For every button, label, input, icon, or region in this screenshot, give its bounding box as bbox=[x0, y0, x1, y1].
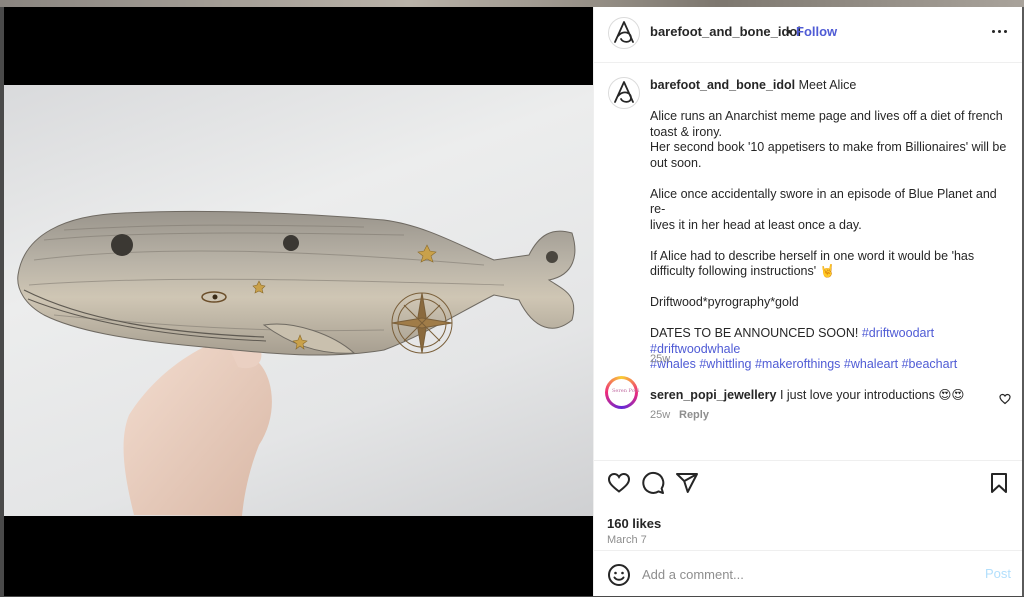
commenter-avatar-text: Seren Popi bbox=[612, 388, 640, 394]
comment-item: seren_popi_jewellery I just love your in… bbox=[650, 387, 970, 402]
hashtag-link[interactable]: #driftwoodart bbox=[862, 326, 934, 340]
likes-count[interactable]: 160 likes bbox=[607, 516, 661, 531]
comment-timestamp[interactable]: 25w bbox=[650, 409, 670, 421]
commenter-username[interactable]: seren_popi_jewellery bbox=[650, 388, 776, 402]
author-logo-icon bbox=[614, 21, 634, 43]
post-date[interactable]: March 7 bbox=[607, 534, 647, 546]
author-username[interactable]: barefoot_and_bone_idol bbox=[650, 24, 801, 39]
hashtag-link[interactable]: #beachart bbox=[902, 357, 958, 371]
caption-line: Her second book '10 appetisers to make f… bbox=[650, 140, 1007, 154]
hashtag-link[interactable]: #whaleart bbox=[844, 357, 898, 371]
post-photo bbox=[4, 85, 593, 516]
post-actions: 160 likes March 7 bbox=[594, 460, 1023, 551]
caption-line: toast & irony. bbox=[650, 124, 723, 139]
caption-username[interactable]: barefoot_and_bone_idol bbox=[650, 78, 795, 92]
caption-line: lives it in her head at least once a day… bbox=[650, 217, 862, 232]
heart-icon[interactable] bbox=[607, 471, 631, 495]
caption-line: Alice once accidentally swore in an epis… bbox=[650, 186, 997, 217]
comment-body: I just love your introductions 😍😍 bbox=[779, 388, 965, 402]
more-options-icon[interactable] bbox=[990, 19, 1010, 43]
comment-input[interactable] bbox=[642, 564, 962, 584]
bookmark-icon[interactable] bbox=[987, 471, 1011, 495]
comments-section[interactable]: barefoot_and_bone_idol Meet Alice Alice … bbox=[594, 63, 1023, 460]
post-media bbox=[4, 7, 593, 596]
post-side-panel: barefoot_and_bone_idol • Follow barefoot… bbox=[593, 7, 1023, 596]
separator-dot: • bbox=[787, 24, 792, 39]
hashtag-link[interactable]: #makerofthings bbox=[755, 357, 840, 371]
add-comment-bar: Post bbox=[594, 550, 1023, 597]
post-header: barefoot_and_bone_idol • Follow bbox=[594, 7, 1023, 63]
author-logo-icon bbox=[614, 81, 634, 103]
comment-icon[interactable] bbox=[641, 471, 665, 495]
caption-title: Meet Alice bbox=[798, 78, 857, 92]
post-caption: barefoot_and_bone_idol Meet Alice Alice … bbox=[650, 78, 1008, 373]
post-modal: barefoot_and_bone_idol • Follow barefoot… bbox=[4, 7, 1023, 596]
small-heart-icon[interactable] bbox=[999, 393, 1011, 405]
follow-button[interactable]: Follow bbox=[796, 24, 837, 39]
emoji-icon[interactable] bbox=[607, 563, 631, 587]
post-comment-button[interactable]: Post bbox=[985, 566, 1011, 581]
caption-line: If Alice had to describe herself in one … bbox=[650, 248, 975, 263]
caption-line: out soon. bbox=[650, 155, 702, 170]
caption-line: Alice runs an Anarchist meme page and li… bbox=[650, 109, 1003, 123]
hashtag-link[interactable]: #whittling bbox=[699, 357, 751, 371]
share-icon[interactable] bbox=[675, 471, 699, 495]
reply-button[interactable]: Reply bbox=[679, 409, 709, 421]
caption-timestamp[interactable]: 25w bbox=[650, 353, 670, 365]
page-backdrop bbox=[0, 0, 1024, 7]
caption-line: Driftwood*pyrography*gold bbox=[650, 295, 799, 309]
caption-author-avatar[interactable] bbox=[608, 77, 640, 109]
driftwood-whale-image bbox=[17, 210, 576, 516]
caption-line: DATES TO BE ANNOUNCED SOON! bbox=[650, 326, 859, 340]
caption-line: difficulty following instructions' 🤘 bbox=[650, 264, 836, 278]
commenter-avatar[interactable]: Seren Popi bbox=[605, 376, 640, 409]
author-avatar[interactable] bbox=[608, 17, 640, 49]
